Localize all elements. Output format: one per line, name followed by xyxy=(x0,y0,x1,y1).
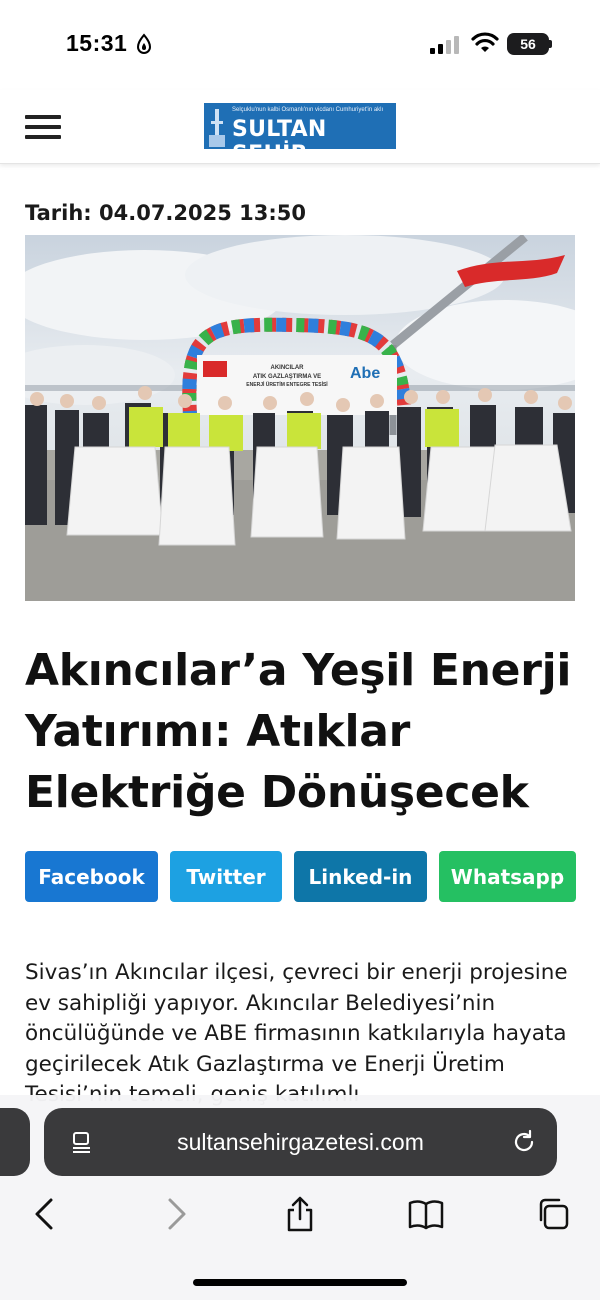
banner-line-2: ATIK GAZLAŞTIRMA VE xyxy=(253,374,321,380)
share-whatsapp-button[interactable]: Whatsapp xyxy=(439,851,576,902)
bookmarks-book-icon[interactable] xyxy=(408,1196,444,1232)
site-header: Selçuklu'nun kalbi Osmanlı'nın vicdanı C… xyxy=(0,90,600,164)
banner-line-3: ENERJİ ÜRETİM ENTEGRE TESİSİ xyxy=(246,381,328,388)
article-title: Akıncılar’a Yeşil Enerji Yatırımı: Atıkl… xyxy=(25,645,572,818)
reader-mode-icon[interactable] xyxy=(70,1130,94,1154)
url-text[interactable]: sultansehirgazetesi.com xyxy=(44,1108,557,1176)
site-logo[interactable]: Selçuklu'nun kalbi Osmanlı'nın vicdanı C… xyxy=(204,103,396,149)
reload-icon[interactable] xyxy=(511,1129,537,1155)
article-date: Tarih: 04.07.2025 13:50 xyxy=(25,201,307,225)
forward-arrow-icon[interactable] xyxy=(157,1196,193,1232)
battery-tip xyxy=(549,40,552,48)
article-body: Sivas’ın Akıncılar ilçesi, çevreci bir e… xyxy=(25,960,568,1107)
article-hero-photo: AKINCILAR ATIK GAZLAŞTIRMA VE ENERJİ ÜRE… xyxy=(25,235,575,601)
wifi-icon xyxy=(471,32,499,52)
status-time: 15:31 xyxy=(66,30,128,56)
status-bar: 15:31 56 xyxy=(0,0,600,90)
tabs-icon[interactable] xyxy=(535,1196,571,1232)
banner-brand: Abe xyxy=(350,365,380,382)
share-icon[interactable] xyxy=(282,1196,318,1232)
share-buttons: Facebook Twitter Linked-in Whatsapp xyxy=(25,851,576,902)
previous-tab-stub[interactable] xyxy=(0,1108,30,1176)
logo-name: SULTAN ŞEHİR xyxy=(232,117,327,149)
battery-indicator: 56 xyxy=(507,33,549,55)
home-indicator xyxy=(193,1279,407,1286)
banner-line-1: AKINCILAR xyxy=(271,365,305,371)
share-linkedin-button[interactable]: Linked-in xyxy=(294,851,427,902)
cellular-signal-icon xyxy=(430,36,459,54)
address-bar[interactable]: sultansehirgazetesi.com xyxy=(44,1108,557,1176)
tower-icon xyxy=(209,109,225,147)
share-twitter-button[interactable]: Twitter xyxy=(170,851,282,902)
location-arrow-icon xyxy=(136,33,152,54)
logo-tagline: Selçuklu'nun kalbi Osmanlı'nın vicdanı C… xyxy=(232,107,384,113)
share-facebook-button[interactable]: Facebook xyxy=(25,851,158,902)
back-arrow-icon[interactable] xyxy=(28,1196,64,1232)
hamburger-menu-icon[interactable] xyxy=(25,115,61,143)
